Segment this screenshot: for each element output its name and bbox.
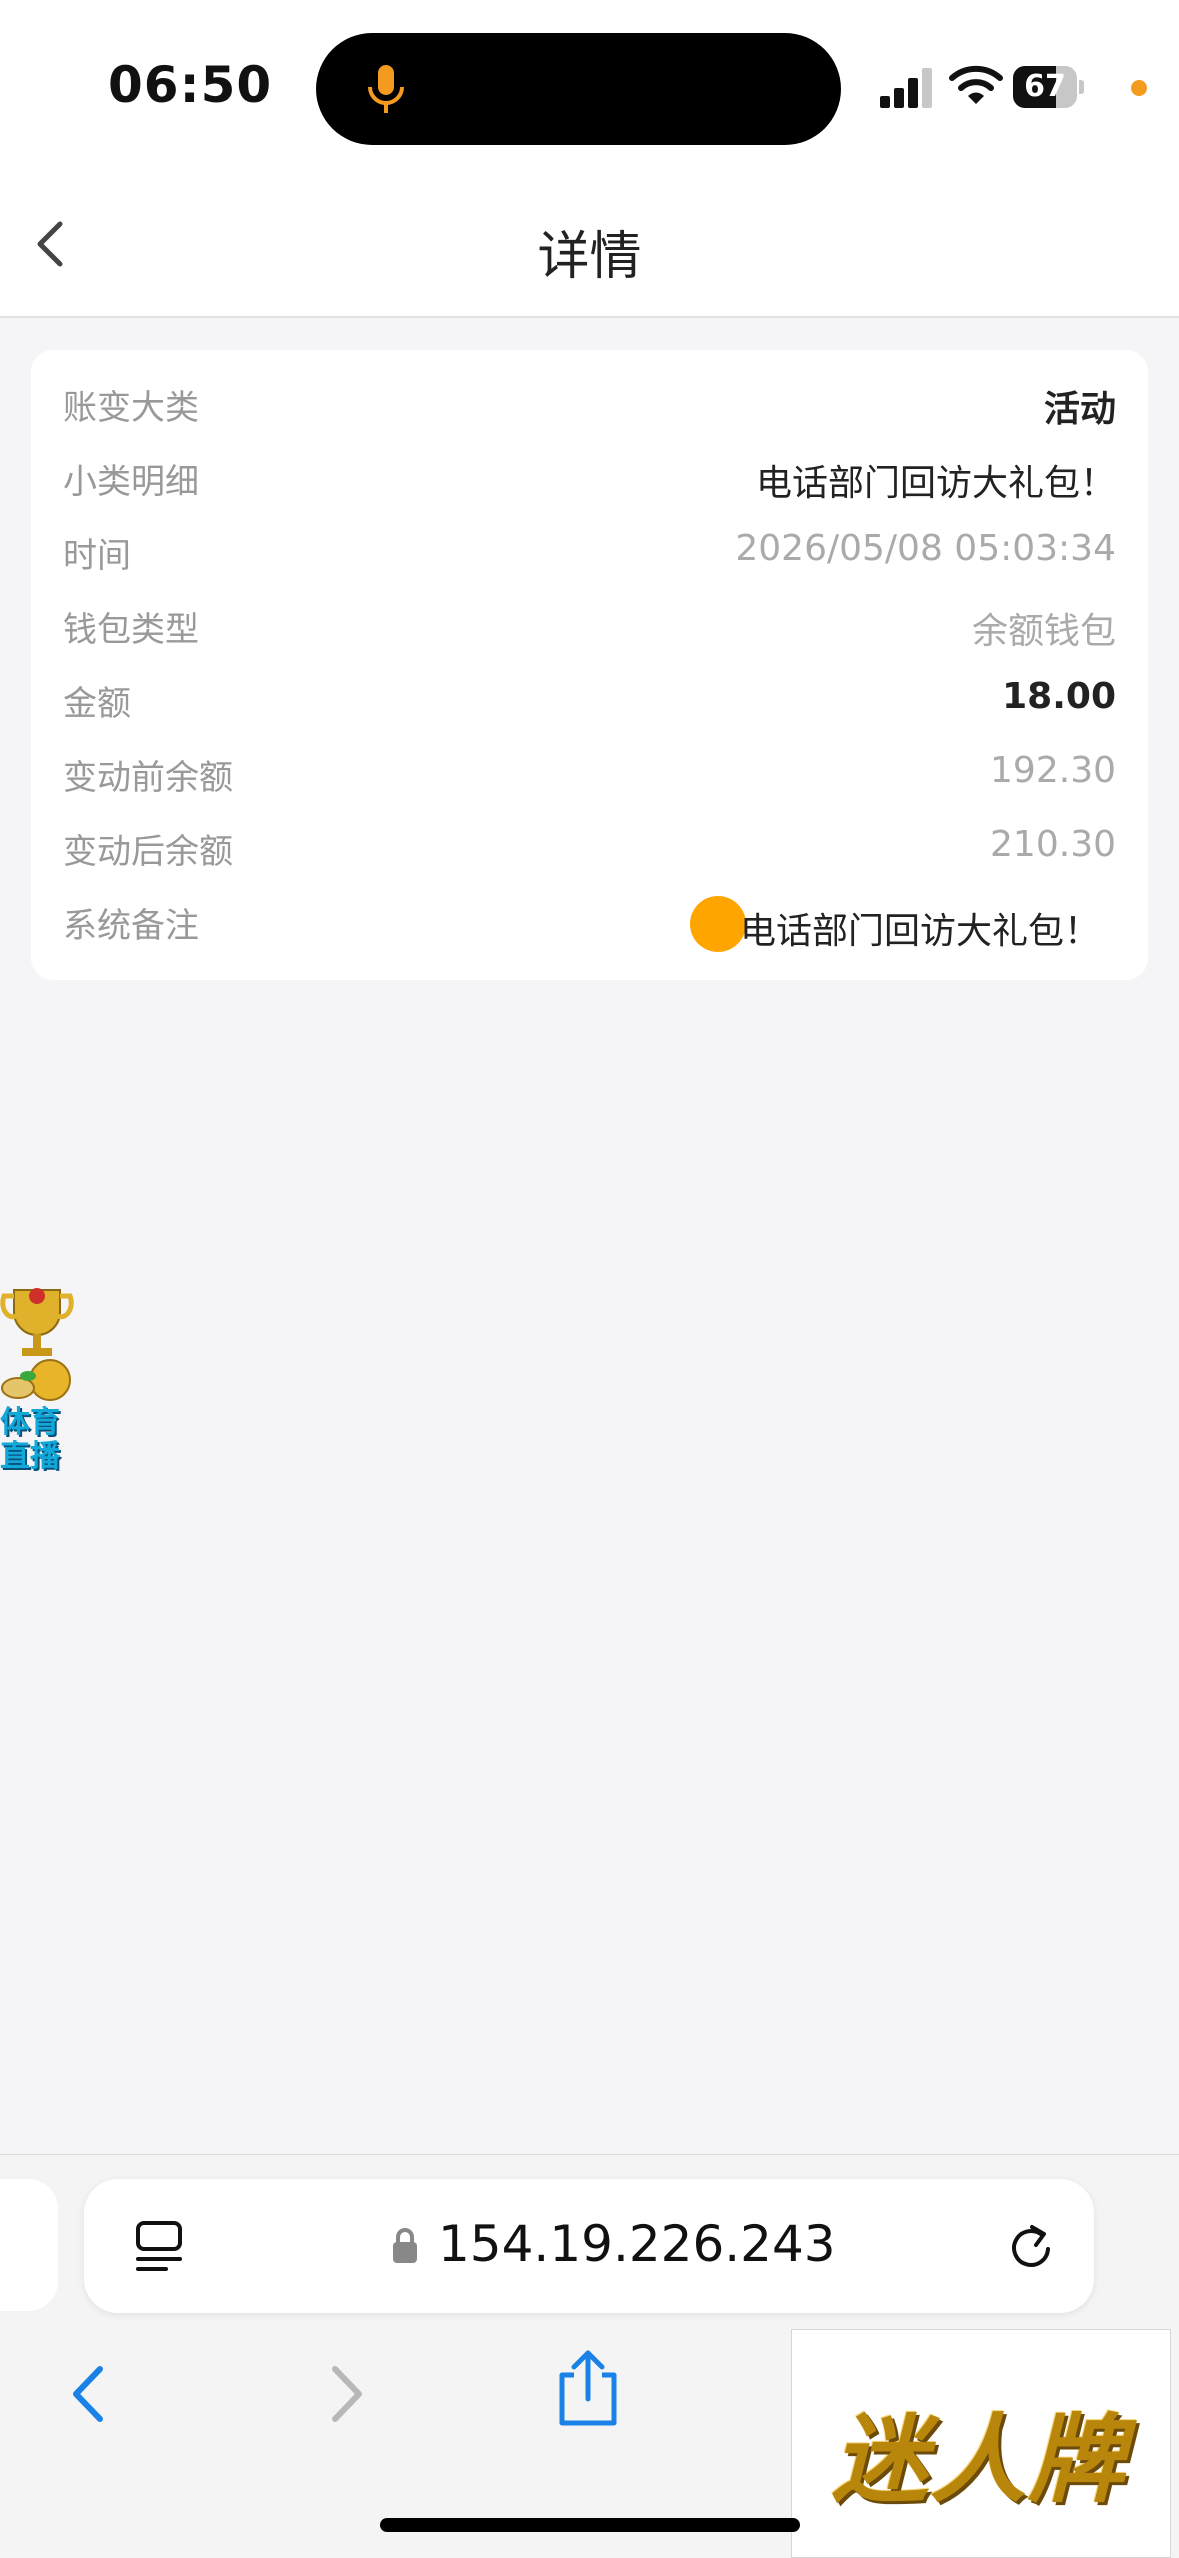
browser-back-icon[interactable]	[60, 2359, 120, 2429]
dynamic-island[interactable]	[316, 33, 841, 145]
detail-value: 电话部门回访大礼包！	[755, 463, 1116, 504]
status-bar: 06:50 67	[0, 0, 1179, 170]
detail-row-time: 时间 2026/05/08 05:03:34	[63, 528, 1116, 588]
reload-icon[interactable]	[1004, 2219, 1060, 2275]
lock-icon	[393, 2228, 417, 2263]
page-title: 详情	[537, 227, 642, 287]
detail-label: 变动前余额	[63, 758, 233, 798]
detail-label: 变动后余额	[63, 832, 233, 872]
detail-row-remark: 系统备注 电话部门回访大礼包！	[63, 896, 1116, 958]
detail-row-wallet-type: 钱包类型 余额钱包	[63, 602, 1116, 662]
detail-label: 小类明细	[63, 462, 199, 502]
detail-label: 系统备注	[63, 906, 199, 946]
sports-live-label: 体育直播	[0, 1405, 60, 1474]
detail-row-balance-before: 变动前余额 192.30	[63, 750, 1116, 810]
detail-value: 2026/05/08 05:03:34	[735, 528, 1116, 569]
sports-live-badge[interactable]: 体育直播	[0, 1284, 76, 1484]
url-text: 154.19.226.243	[438, 2215, 836, 2273]
microphone-icon	[368, 65, 404, 113]
remark-orange-dot-icon	[690, 896, 746, 952]
detail-row-subcategory: 小类明细 电话部门回访大礼包！	[63, 454, 1116, 514]
page-menu-icon[interactable]	[134, 2219, 184, 2275]
detail-row-balance-after: 变动后余额 210.30	[63, 824, 1116, 884]
detail-card: 账变大类 活动 小类明细 电话部门回访大礼包！ 时间 2026/05/08 05…	[31, 350, 1148, 980]
ad-text: 迷人牌	[832, 2404, 1126, 2516]
status-time: 06:50	[108, 56, 273, 114]
privacy-dot	[1131, 80, 1147, 96]
wifi-icon	[949, 65, 1003, 104]
signal-icon	[880, 68, 932, 108]
address-bar[interactable]: 154.19.226.243	[84, 2179, 1094, 2313]
battery-icon: 67	[1013, 66, 1085, 108]
detail-value: 210.30	[990, 824, 1116, 865]
detail-label: 账变大类	[63, 388, 199, 428]
detail-label: 时间	[63, 536, 131, 576]
home-indicator[interactable]	[380, 2518, 800, 2532]
detail-value: 电话部门回访大礼包！	[739, 911, 1100, 952]
nav-header: 详情	[0, 170, 1179, 318]
detail-row-amount: 金额 18.00	[63, 676, 1116, 736]
share-icon[interactable]	[552, 2347, 624, 2429]
ad-banner[interactable]: 迷人牌	[791, 2329, 1171, 2558]
battery-percent: 67	[1024, 69, 1066, 104]
trophy-icon	[0, 1288, 74, 1401]
previous-tab-card[interactable]	[0, 2179, 58, 2311]
detail-row-category: 账变大类 活动	[63, 380, 1116, 440]
detail-value: 余额钱包	[971, 611, 1116, 652]
detail-value: 192.30	[990, 750, 1116, 791]
detail-value: 18.00	[1002, 676, 1116, 717]
detail-label: 钱包类型	[63, 610, 199, 650]
browser-forward-icon[interactable]	[315, 2359, 375, 2429]
detail-label: 金额	[63, 684, 131, 724]
detail-value: 活动	[1043, 389, 1116, 430]
